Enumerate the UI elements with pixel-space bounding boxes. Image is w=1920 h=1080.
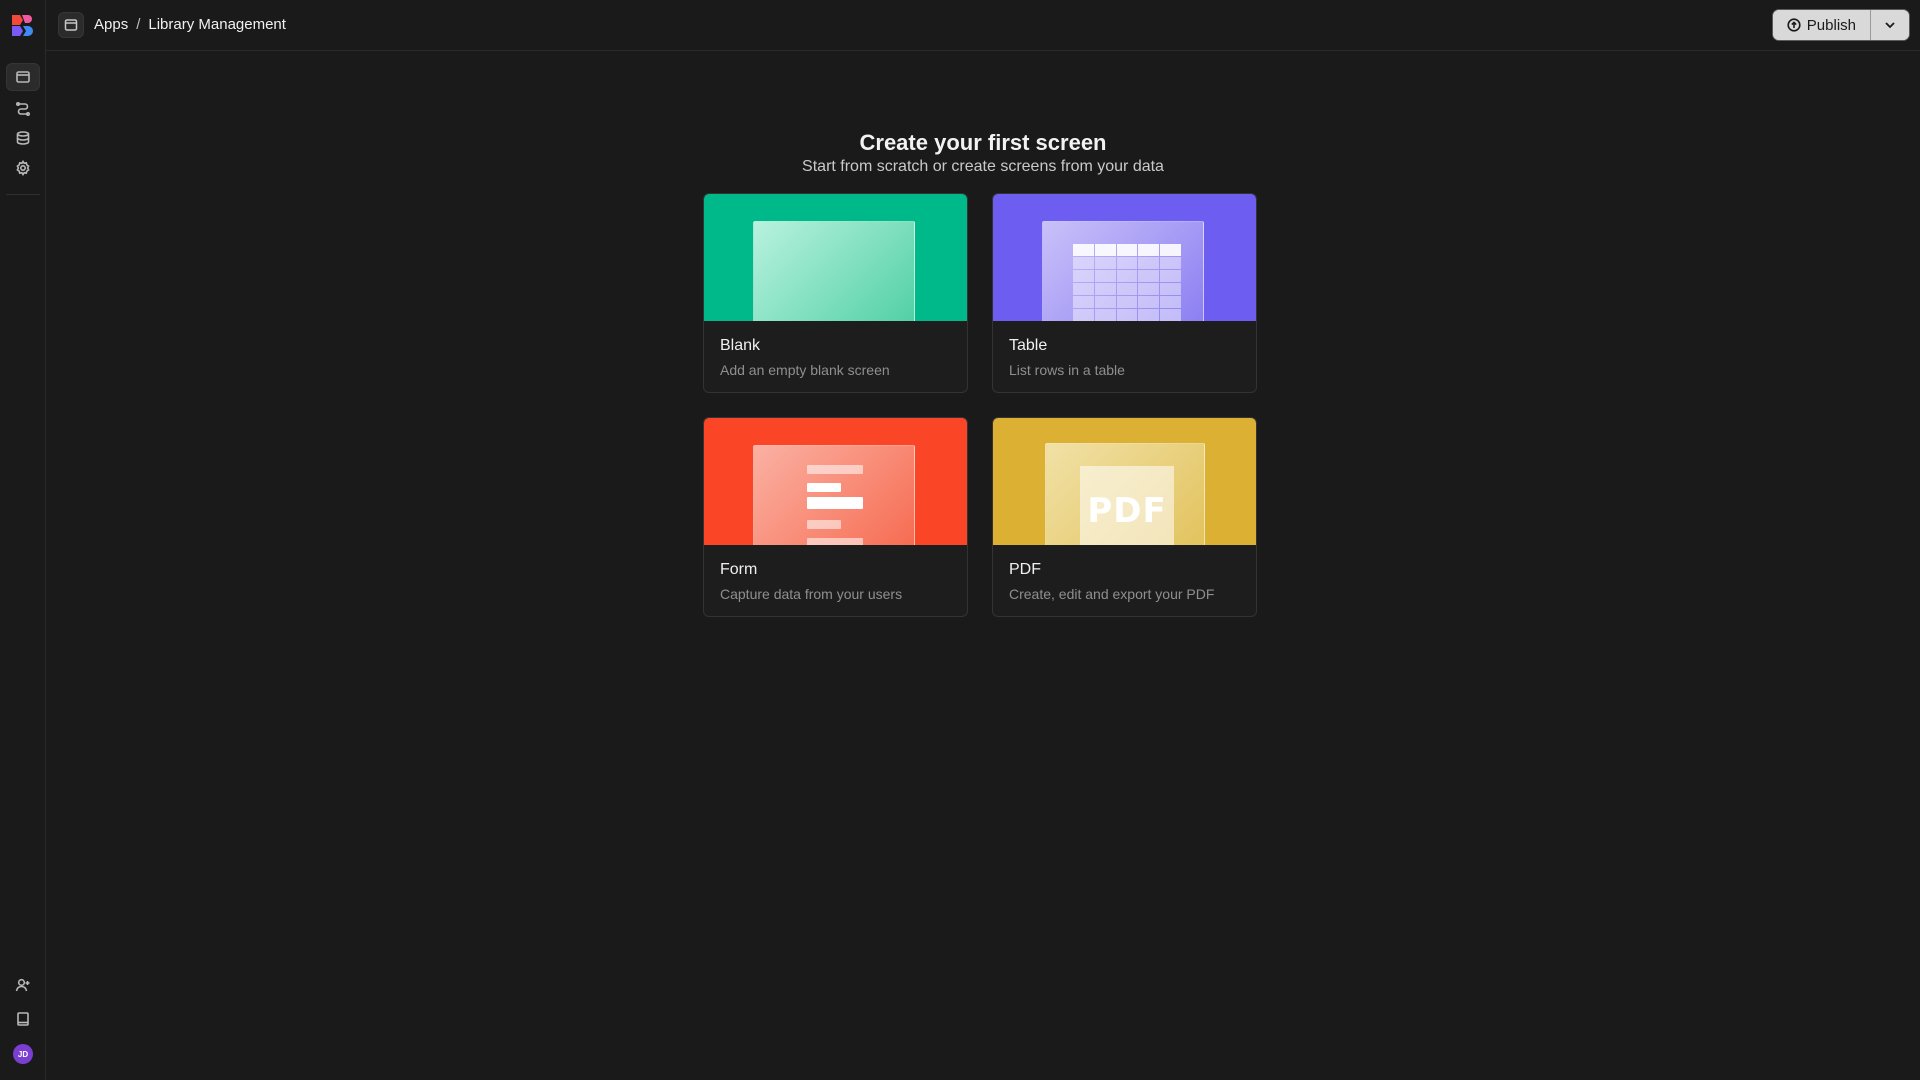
table-preview-grid	[1073, 244, 1181, 321]
screens-icon	[16, 71, 30, 83]
template-card-pdf[interactable]: PDF PDF Create, edit and export your PDF	[992, 417, 1257, 617]
breadcrumb-app-name[interactable]: Library Management	[148, 16, 286, 33]
card-description: Add an empty blank screen	[720, 362, 890, 378]
breadcrumb-apps[interactable]: Apps	[94, 16, 128, 33]
sidebar: JD	[0, 0, 46, 1080]
nav-screens-button[interactable]	[6, 63, 40, 91]
card-title: Form	[720, 561, 758, 578]
nav-automation-button[interactable]	[6, 94, 40, 122]
pdf-preview: PDF	[993, 418, 1256, 545]
pdf-preview-page: PDF	[1045, 443, 1205, 545]
docs-button[interactable]	[6, 1005, 40, 1033]
table-preview-page	[1042, 221, 1204, 321]
card-description: Create, edit and export your PDF	[1009, 586, 1215, 602]
upload-circle-icon	[1787, 18, 1801, 32]
database-icon	[16, 131, 30, 145]
form-preview-page	[753, 445, 915, 545]
empty-state-heading: Create your first screen Start from scra…	[46, 130, 1920, 176]
app-logo-icon[interactable]	[11, 14, 33, 36]
form-preview	[704, 418, 967, 545]
panel-icon	[64, 19, 78, 31]
template-card-blank[interactable]: Blank Add an empty blank screen	[703, 193, 968, 393]
settings-icon	[16, 160, 30, 176]
template-card-form[interactable]: Form Capture data from your users	[703, 417, 968, 617]
invite-user-button[interactable]	[6, 971, 40, 999]
publish-options-button[interactable]	[1871, 10, 1909, 40]
publish-group: Publish	[1771, 9, 1910, 41]
nav-settings-button[interactable]	[6, 154, 40, 182]
automation-icon	[15, 101, 30, 116]
card-description: List rows in a table	[1009, 362, 1125, 378]
template-card-table[interactable]: Table List rows in a table	[992, 193, 1257, 393]
publish-label: Publish	[1806, 16, 1856, 34]
blank-preview	[704, 194, 967, 321]
pdf-document-icon: PDF	[1080, 466, 1174, 545]
topbar: Apps / Library Management Publish	[46, 0, 1920, 51]
publish-button[interactable]: Publish	[1772, 10, 1871, 40]
user-avatar[interactable]: JD	[13, 1044, 33, 1064]
page-title: Create your first screen	[859, 130, 1107, 155]
sidebar-divider	[6, 194, 40, 195]
card-title: Table	[1009, 337, 1048, 354]
chevron-down-icon	[1885, 22, 1895, 29]
breadcrumb: Apps / Library Management	[94, 16, 286, 33]
table-preview	[993, 194, 1256, 321]
blank-preview-page	[753, 221, 915, 321]
nav-data-button[interactable]	[6, 124, 40, 152]
card-description: Capture data from your users	[720, 586, 903, 602]
app-root: JD Apps / Library Management Publish Cre…	[0, 0, 1920, 1080]
card-title: Blank	[720, 337, 761, 354]
invite-user-icon	[15, 978, 30, 992]
book-icon	[17, 1012, 29, 1026]
card-title: PDF	[1009, 561, 1041, 578]
page-subtitle: Start from scratch or create screens fro…	[802, 158, 1164, 175]
panel-toggle-button[interactable]	[58, 12, 84, 38]
avatar-initials: JD	[17, 1049, 29, 1059]
breadcrumb-separator: /	[136, 16, 141, 33]
